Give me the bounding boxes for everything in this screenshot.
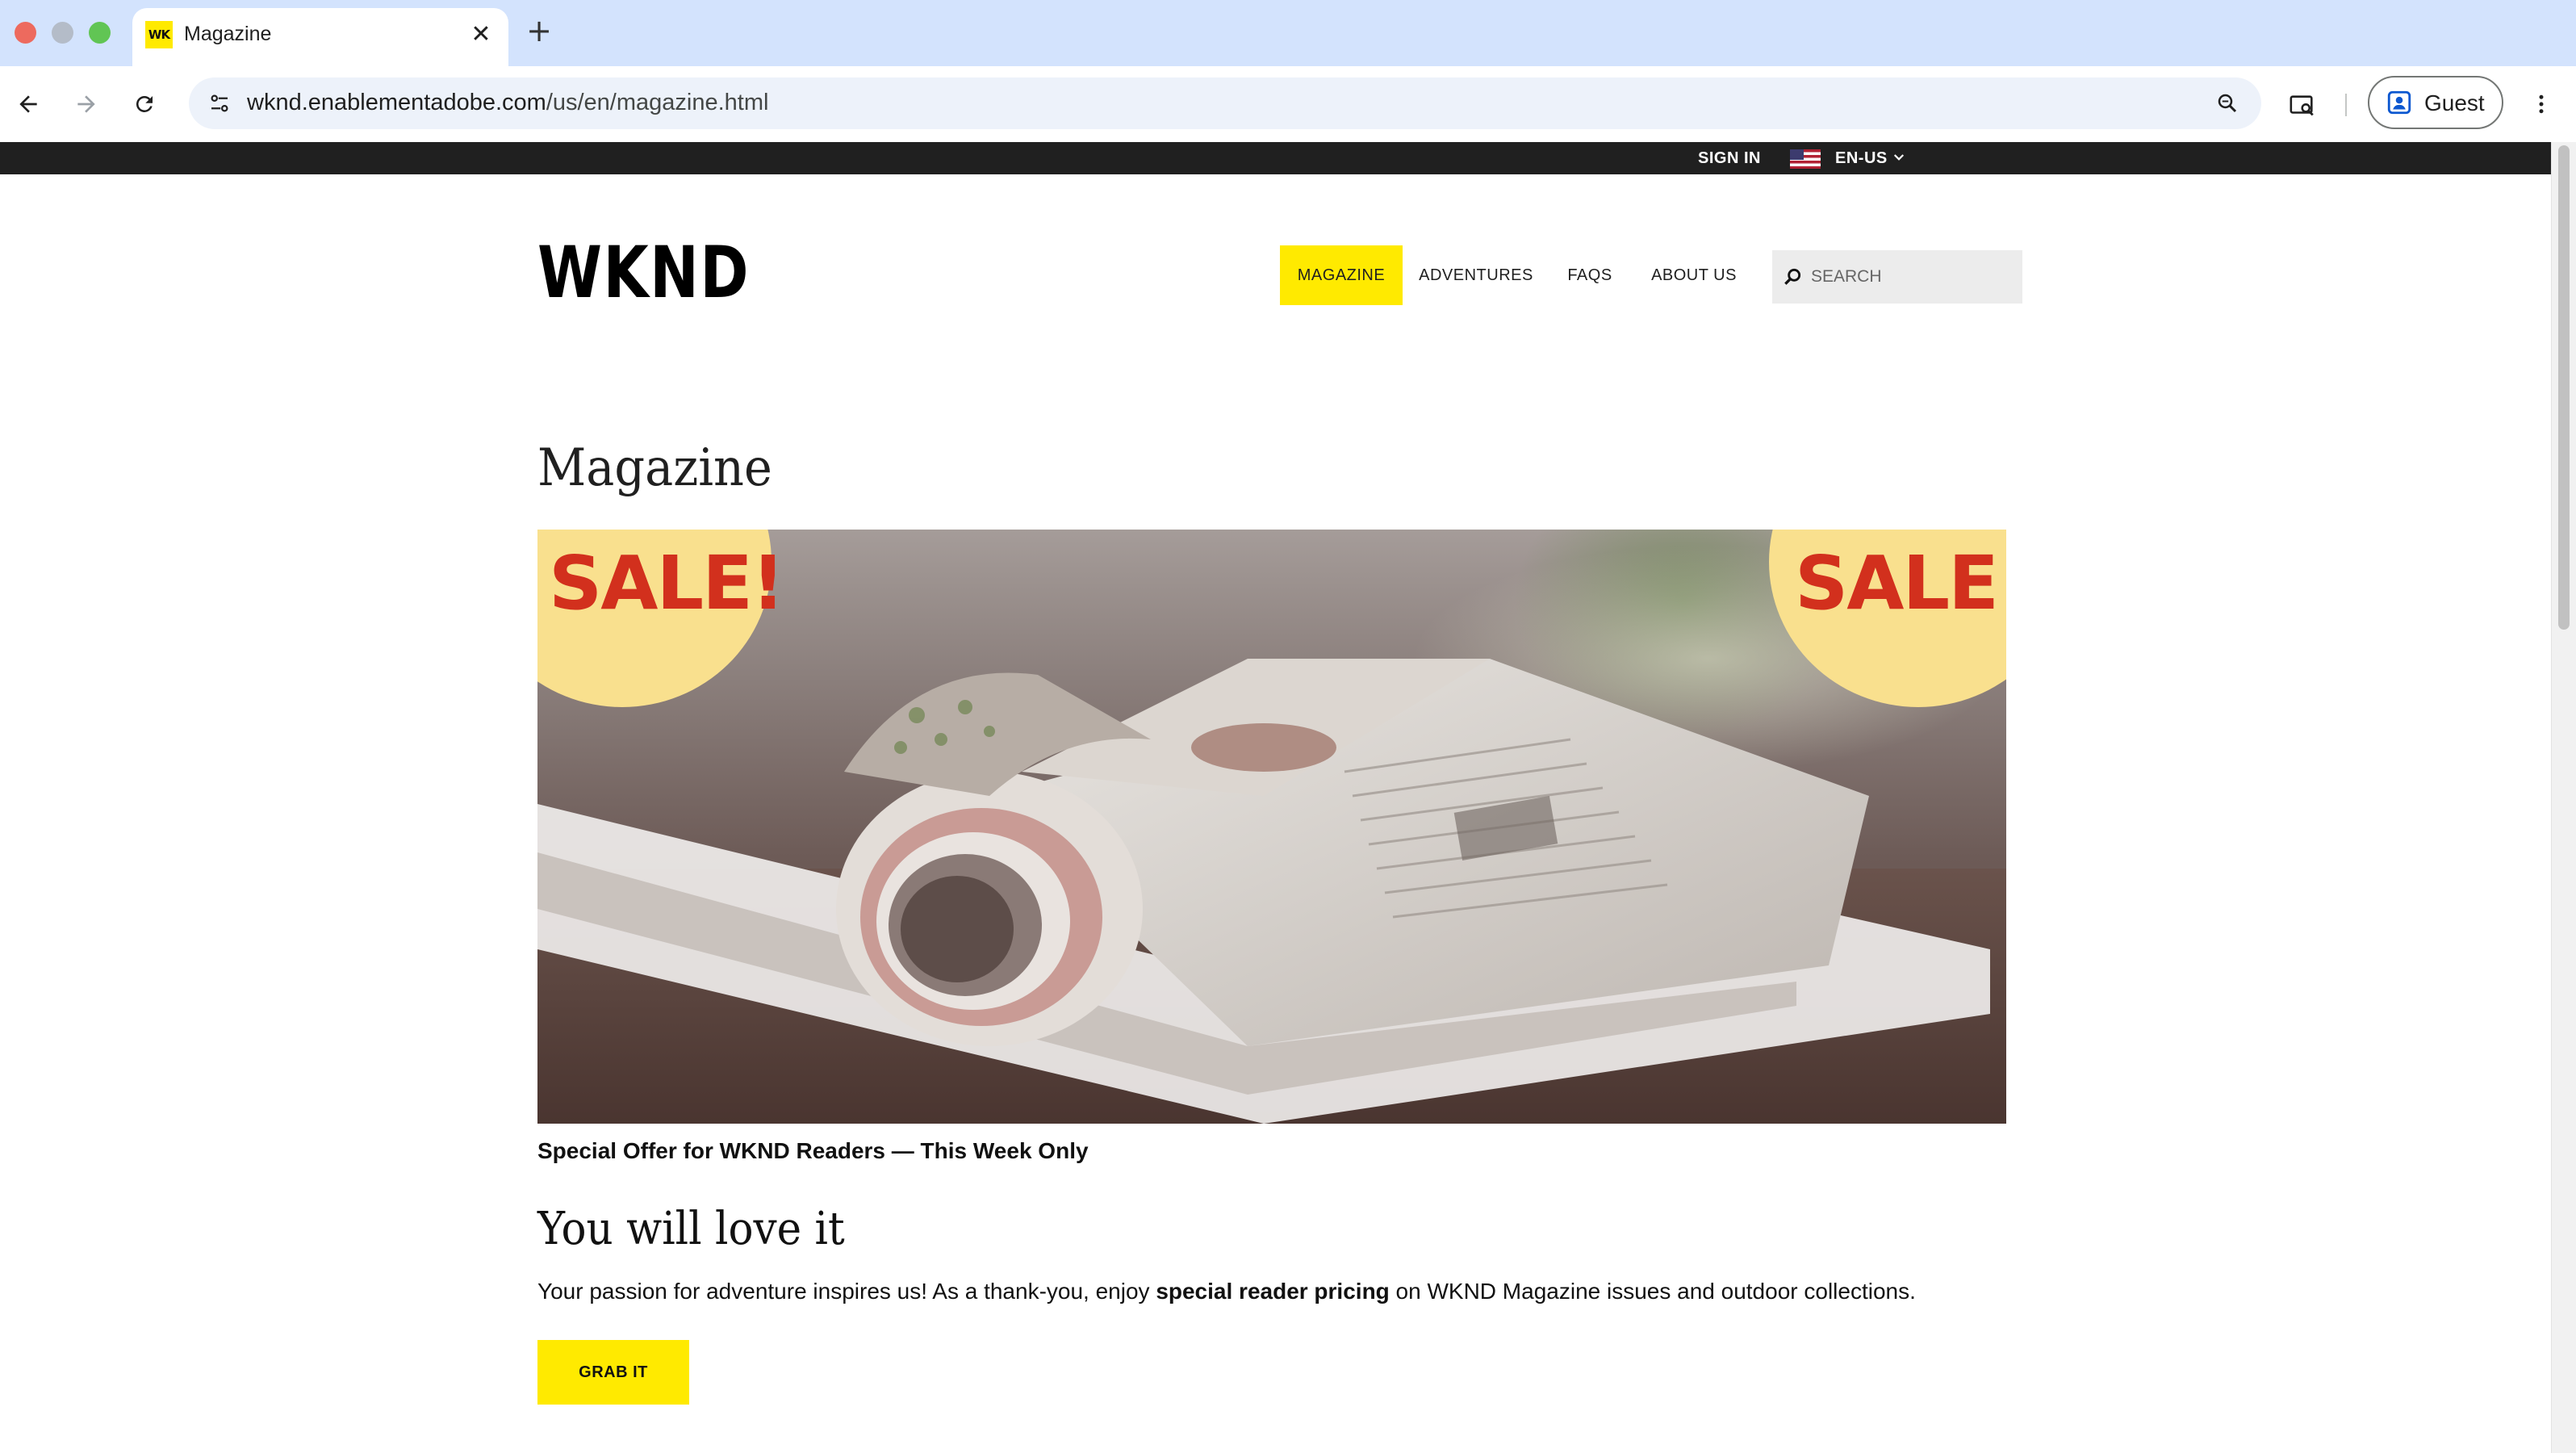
browser-menu-button[interactable] (2521, 84, 2561, 124)
sign-in-link[interactable]: SIGN IN (1698, 145, 1761, 171)
window-minimize-button[interactable] (52, 22, 73, 44)
wknd-logo[interactable]: WKND (537, 237, 750, 308)
url-text[interactable]: wknd.enablementadobe.com/us/en/magazine.… (247, 90, 768, 116)
address-bar[interactable]: wknd.enablementadobe.com/us/en/magazine.… (189, 77, 2261, 129)
sale-text-right: SALE! (1795, 540, 2006, 626)
hero-magazine-image: SALE! SALE! (537, 530, 2006, 1124)
window-close-button[interactable] (15, 22, 36, 44)
profile-label: Guest (2424, 90, 2485, 115)
toolbar-separator (2345, 94, 2347, 116)
hero-caption: Special Offer for WKND Readers — This We… (537, 1138, 1089, 1163)
wknd-favicon-icon: WK (145, 21, 173, 48)
nav-faqs[interactable]: FAQS (1558, 245, 1622, 305)
flag-canton (1790, 149, 1804, 160)
sale-text-left: SALE! (549, 540, 785, 626)
search-tabs-button[interactable] (2281, 84, 2324, 128)
browser-tab-magazine[interactable]: WK Magazine ✕ (132, 8, 508, 66)
section-heading: You will love it (537, 1203, 845, 1255)
page-viewport: SIGN IN EN-US WKND MAGAZINE ADVENTURES F… (0, 142, 2576, 1453)
back-button[interactable] (6, 82, 50, 126)
search-input[interactable] (1811, 250, 2013, 304)
url-path: /us/en/magazine.html (546, 90, 769, 115)
reload-button[interactable] (123, 82, 166, 126)
chevron-down-icon[interactable] (1892, 150, 1906, 165)
search-box[interactable] (1772, 250, 2022, 304)
body-text-bold: special reader pricing (1156, 1279, 1390, 1304)
search-icon (1784, 268, 1801, 285)
nav-about-us[interactable]: ABOUT US (1641, 245, 1746, 305)
profile-icon (2387, 90, 2411, 115)
browser-tab-strip: WK Magazine ✕ + (0, 0, 2576, 66)
language-selector[interactable]: EN-US (1835, 145, 1888, 171)
body-paragraph: Your passion for adventure inspires us! … (537, 1279, 1916, 1304)
page-scrollbar[interactable] (2551, 142, 2576, 1453)
cast-search-icon (2290, 95, 2314, 116)
us-flag-icon[interactable] (1790, 149, 1821, 169)
nav-magazine[interactable]: MAGAZINE (1280, 245, 1403, 305)
zoom-button[interactable] (2208, 84, 2247, 123)
body-text-end: on WKND Magazine issues and outdoor coll… (1389, 1279, 1916, 1304)
zoom-icon (2218, 94, 2237, 113)
back-arrow-icon (19, 95, 37, 113)
scrollbar-thumb[interactable] (2558, 145, 2570, 630)
forward-arrow-icon (77, 95, 95, 113)
tab-title: Magazine (184, 23, 272, 45)
site-info-icon (211, 94, 228, 112)
page-title: Magazine (537, 438, 772, 498)
tab-close-button[interactable]: ✕ (465, 18, 497, 50)
forward-button[interactable] (65, 82, 108, 126)
profile-button[interactable]: Guest (2368, 76, 2503, 129)
body-text-start: Your passion for adventure inspires us! … (537, 1279, 1156, 1304)
utility-bar: SIGN IN EN-US (0, 142, 2552, 174)
url-host: wknd.enablementadobe.com (247, 90, 546, 115)
kebab-menu-icon (2539, 94, 2544, 114)
reload-icon (136, 95, 153, 112)
grab-it-button[interactable]: GRAB IT (537, 1340, 689, 1405)
site-info-button[interactable] (199, 82, 240, 124)
window-maximize-button[interactable] (89, 22, 111, 44)
browser-toolbar: wknd.enablementadobe.com/us/en/magazine.… (0, 66, 2576, 142)
nav-adventures[interactable]: ADVENTURES (1414, 245, 1538, 305)
new-tab-button[interactable]: + (521, 13, 557, 48)
